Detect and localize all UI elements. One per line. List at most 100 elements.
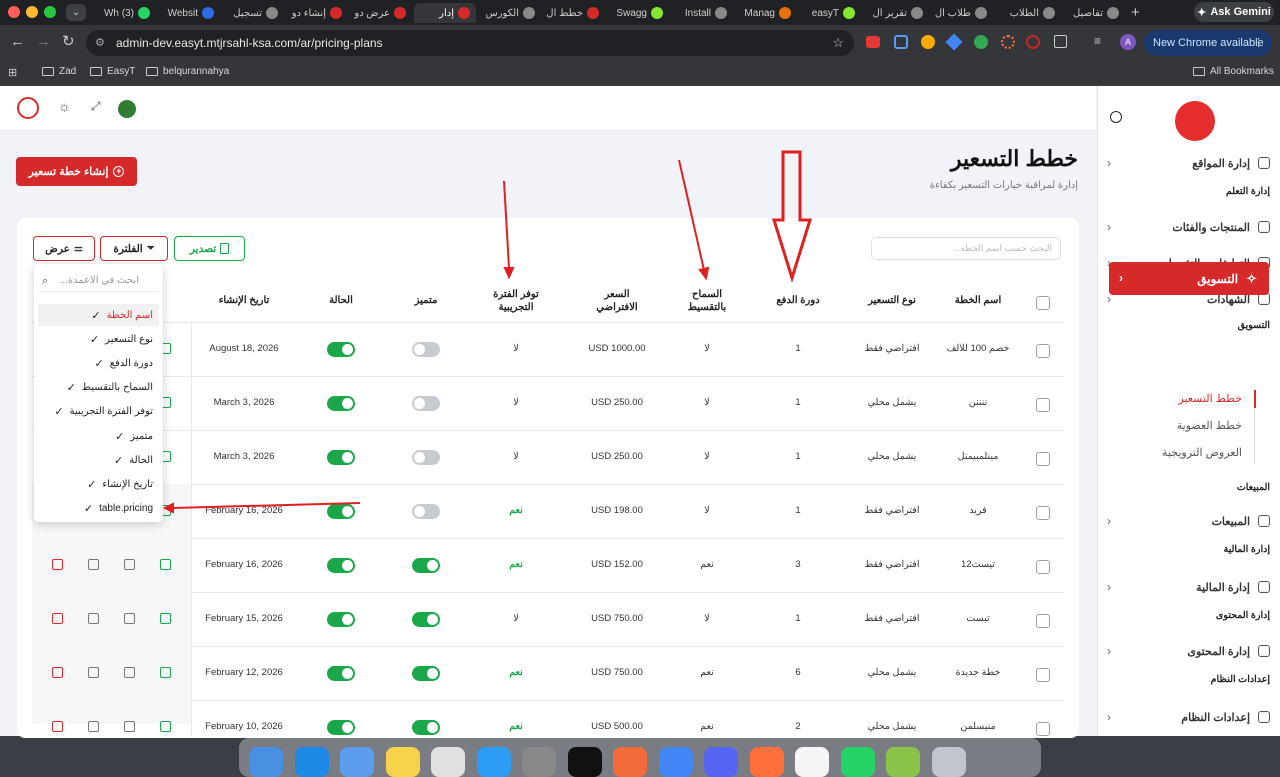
view-eye-icon[interactable] (124, 559, 135, 570)
copy-icon[interactable] (88, 667, 99, 678)
submenu-membership-plans[interactable]: خطط العضوية (1177, 419, 1242, 432)
media-controls-icon[interactable]: ≡ (1094, 34, 1101, 48)
site-settings-icon[interactable]: ⚙ (95, 30, 105, 56)
column-toggle-item[interactable]: تاريخ الإنشاء ✓ (38, 473, 159, 495)
view-columns-button[interactable]: عرض ⚌ (33, 236, 95, 261)
extension-icon[interactable] (866, 36, 880, 48)
column-header[interactable]: السماح بالتقسيط (675, 288, 739, 314)
featured-toggle[interactable] (412, 666, 440, 681)
status-toggle[interactable] (327, 720, 355, 735)
dock-app-icon[interactable] (613, 747, 647, 777)
column-header[interactable]: دورة الدفع (753, 294, 843, 307)
maximize-window-icon[interactable] (44, 6, 56, 18)
column-toggle-item[interactable]: الحالة ✓ (38, 449, 159, 471)
language-flag-icon[interactable] (118, 100, 136, 118)
close-window-icon[interactable] (8, 6, 20, 18)
featured-toggle[interactable] (412, 720, 440, 735)
column-header[interactable]: متميز (381, 294, 471, 307)
dock-app-icon[interactable] (340, 747, 374, 777)
browser-tab[interactable]: الكورس (479, 3, 541, 23)
delete-icon[interactable] (52, 667, 63, 678)
column-header[interactable]: السعر الافتراضي (585, 288, 649, 314)
new-tab-button[interactable]: + (1131, 4, 1140, 21)
edit-icon[interactable] (160, 559, 171, 570)
dock-app-icon[interactable] (294, 747, 329, 777)
back-icon[interactable]: ← (10, 33, 25, 51)
browser-tab[interactable]: easyT (799, 3, 861, 23)
filter-button[interactable]: الفلترة ⏷ (100, 236, 168, 261)
browser-tab[interactable]: تقرير ال (867, 3, 929, 23)
bookmark-star-icon[interactable]: ☆ (832, 30, 844, 56)
browser-tab[interactable]: Swagg (607, 3, 669, 23)
column-toggle-item[interactable]: توفر الفترة التجريبية ✓ (38, 401, 159, 423)
edit-icon[interactable] (160, 721, 171, 732)
row-checkbox[interactable] (1036, 344, 1050, 358)
new-chrome-available-button[interactable]: New Chrome available ⋮ (1144, 30, 1272, 56)
fullscreen-icon[interactable]: ⤢ (91, 99, 101, 114)
column-header[interactable]: توفر الفترة التجريبية (484, 288, 548, 314)
column-toggle-item[interactable]: نوع التسعير ✓ (38, 328, 159, 350)
column-header[interactable]: تاريخ الإنشاء (199, 294, 289, 307)
dock-app-icon[interactable] (385, 747, 420, 777)
browser-tab[interactable]: (3) Wh (94, 3, 156, 23)
dock-app-icon[interactable] (840, 747, 875, 777)
view-eye-icon[interactable] (124, 667, 135, 678)
status-toggle[interactable] (327, 666, 355, 681)
row-checkbox[interactable] (1036, 668, 1050, 682)
column-toggle-item[interactable]: السماح بالتقسيط ✓ (38, 377, 159, 399)
status-toggle[interactable] (327, 342, 355, 357)
delete-icon[interactable] (52, 721, 63, 732)
submenu-promotions[interactable]: العروض الترويجية (1162, 446, 1242, 459)
select-all-checkbox[interactable] (1036, 296, 1050, 310)
dock-app-icon[interactable] (658, 747, 693, 777)
create-pricing-plan-button[interactable]: + إنشاء خطة تسعير (16, 157, 137, 186)
sidebar-toggle-icon[interactable] (1110, 111, 1122, 123)
delete-icon[interactable] (52, 613, 63, 624)
row-checkbox[interactable] (1036, 722, 1050, 736)
bookmark-folder[interactable]: EasyT (90, 66, 135, 77)
browser-tab[interactable]: إدار (414, 3, 476, 23)
featured-toggle[interactable] (412, 612, 440, 627)
featured-toggle[interactable] (412, 342, 440, 357)
dock-app-icon[interactable] (522, 747, 556, 777)
edit-icon[interactable] (160, 667, 171, 678)
dock-app-icon[interactable] (749, 747, 784, 777)
featured-toggle[interactable] (412, 504, 440, 519)
view-eye-icon[interactable] (124, 613, 135, 624)
minimize-window-icon[interactable] (26, 6, 38, 18)
sun-theme-icon[interactable]: ☼ (58, 98, 71, 114)
dock-app-icon[interactable] (886, 747, 920, 777)
delete-icon[interactable] (52, 559, 63, 570)
submenu-pricing-plans[interactable]: خطط التسعير (1178, 392, 1242, 405)
row-checkbox[interactable] (1036, 614, 1050, 628)
status-toggle[interactable] (327, 558, 355, 573)
column-toggle-item[interactable]: دورة الدفع ✓ (38, 352, 159, 374)
sidebar-item[interactable]: إدارة المالية ‹ (1107, 576, 1270, 598)
column-header[interactable]: اسم الخطة (933, 294, 1023, 307)
column-header[interactable]: الحالة (296, 294, 386, 307)
column-toggle-item[interactable]: table.pricing ✓ (38, 498, 159, 520)
more-menu-icon[interactable]: ⋮ (1253, 30, 1264, 56)
all-bookmarks-folder[interactable]: All Bookmarks (1193, 66, 1274, 77)
search-plan-input[interactable]: البحث حسب اسم الخطة... (871, 237, 1061, 260)
extension-icon[interactable] (1026, 35, 1040, 49)
extension-icon[interactable] (974, 35, 988, 49)
forward-icon[interactable]: → (36, 33, 51, 51)
sidebar-item[interactable]: المبيعات ‹ (1107, 510, 1270, 532)
column-toggle-item[interactable]: اسم الخطة ✓ (38, 304, 159, 326)
dock-app-icon[interactable] (476, 747, 511, 777)
brand-logo-icon[interactable] (17, 97, 39, 119)
dock-app-icon[interactable] (704, 747, 738, 777)
bookmark-folder[interactable]: Zad (42, 66, 76, 77)
featured-toggle[interactable] (412, 396, 440, 411)
profile-avatar[interactable]: A (1120, 34, 1136, 50)
sidebar-item[interactable]: المنتجات والفئات ‹ (1107, 216, 1270, 238)
featured-toggle[interactable] (412, 558, 440, 573)
copy-icon[interactable] (88, 721, 99, 732)
row-checkbox[interactable] (1036, 560, 1050, 574)
column-search-input[interactable]: ابحث في الاعمدة... ⌕ (38, 270, 159, 292)
browser-tab[interactable]: عرض دو (350, 3, 412, 23)
copy-icon[interactable] (88, 613, 99, 624)
browser-tab[interactable]: تسجيل (222, 3, 284, 23)
row-checkbox[interactable] (1036, 506, 1050, 520)
